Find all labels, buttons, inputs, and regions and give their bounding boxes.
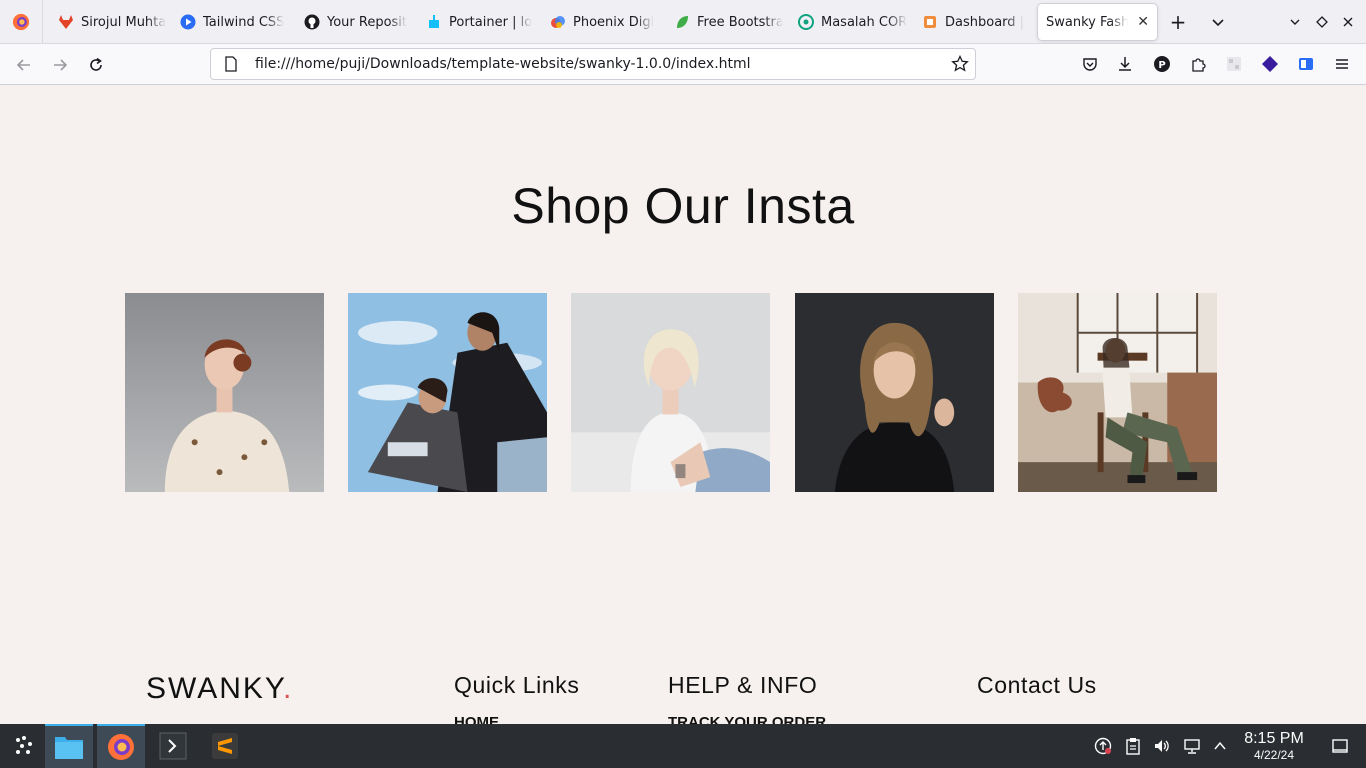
back-arrow-icon[interactable] [11, 52, 37, 78]
tab-dashboard[interactable]: Dashboard | [914, 4, 1032, 40]
firefox-icon [108, 734, 134, 760]
insta-photo-2[interactable] [348, 293, 547, 492]
tab-github[interactable]: Your Reposit [296, 4, 415, 40]
tab-label: Phoenix Digi [573, 14, 655, 30]
layers-extension-icon[interactable] [1259, 53, 1281, 75]
tab-phoenix[interactable]: Phoenix Digi [542, 4, 662, 40]
volume-icon[interactable] [1152, 736, 1172, 756]
firefox-view-button[interactable] [0, 0, 43, 44]
sublime-text-icon [212, 733, 238, 759]
clock-time: 8:15 PM [1244, 730, 1304, 747]
contact-us-heading: Contact Us [977, 672, 1097, 698]
grid-extension-icon[interactable] [1223, 53, 1245, 75]
terminal-icon [159, 732, 187, 760]
tab-swanky[interactable]: Swanky Fashio ✕ [1038, 4, 1157, 40]
list-tabs-chevron-icon[interactable] [1206, 10, 1230, 34]
chatgpt-icon [798, 14, 814, 30]
phoenix-icon [550, 14, 566, 30]
tab-tailwind[interactable]: Tailwind CSS [172, 4, 292, 40]
tab-portainer[interactable]: Portainer | lo [418, 4, 540, 40]
page-viewport: Shop Our Insta SWANKY. Quick Links HOME … [0, 85, 1366, 724]
logo-text: SWANKY [146, 672, 284, 705]
footer-logo[interactable]: SWANKY. [146, 672, 293, 706]
help-info-heading: HELP & INFO [668, 672, 818, 698]
new-tab-icon[interactable]: + [1166, 10, 1190, 34]
firefox-icon [12, 13, 30, 31]
quick-links-heading: Quick Links [454, 672, 580, 698]
taskbar-sublime-text[interactable] [201, 724, 249, 768]
profile-p-icon[interactable]: P [1151, 53, 1173, 75]
taskbar-file-manager[interactable] [45, 724, 93, 768]
insta-photo-5[interactable] [1018, 293, 1217, 492]
insta-photo-3[interactable] [571, 293, 770, 492]
network-wired-icon[interactable] [1182, 736, 1202, 756]
folder-icon [55, 737, 83, 759]
play-circle-icon [180, 14, 196, 30]
minimize-chevron-icon[interactable] [1283, 10, 1307, 34]
show-hidden-icons-chevron-icon[interactable] [1210, 736, 1230, 756]
portainer-icon [426, 14, 442, 30]
tab-label: Swanky Fashio [1046, 14, 1129, 30]
svg-text:P: P [1158, 60, 1165, 71]
url-text[interactable]: file:///home/puji/Downloads/template-web… [255, 56, 751, 72]
tab-label: Masalah COR [821, 14, 907, 30]
leaf-icon [674, 14, 690, 30]
clock-date: 4/22/24 [1253, 748, 1295, 762]
navigation-toolbar: file:///home/puji/Downloads/template-web… [0, 44, 1366, 85]
taskbar: 8:15 PM 4/22/24 [0, 724, 1366, 768]
tab-bootstrap[interactable]: Free Bootstra [666, 4, 791, 40]
tab-sirojul[interactable]: Sirojul Muhta [50, 4, 174, 40]
section-title: Shop Our Insta [511, 178, 855, 234]
pocket-icon[interactable] [1079, 53, 1101, 75]
close-window-icon[interactable] [1336, 10, 1360, 34]
insta-photo-4[interactable] [795, 293, 994, 492]
close-tab-icon[interactable]: ✕ [1137, 14, 1149, 30]
tab-label: Portainer | lo [449, 14, 533, 30]
reload-icon[interactable] [83, 52, 109, 78]
forward-arrow-icon[interactable] [47, 52, 73, 78]
digital-clock[interactable]: 8:15 PM 4/22/24 [1236, 730, 1312, 762]
insta-photo-1[interactable] [125, 293, 324, 492]
tab-strip: Sirojul Muhta Tailwind CSS Your Reposit … [0, 0, 1366, 44]
menu-hamburger-icon[interactable] [1331, 53, 1353, 75]
bookmark-star-icon[interactable] [951, 55, 969, 73]
tab-label: Sirojul Muhta [81, 14, 167, 30]
footer-link-track-order[interactable]: TRACK YOUR ORDER [668, 714, 826, 724]
app-launcher-icon[interactable] [0, 724, 48, 768]
github-icon [304, 14, 320, 30]
gitlab-icon [58, 14, 74, 30]
logo-dot: . [283, 672, 294, 705]
address-bar[interactable]: file:///home/puji/Downloads/template-web… [210, 48, 976, 80]
tab-label: Dashboard | [945, 14, 1025, 30]
dashboard-icon [922, 14, 938, 30]
taskbar-firefox[interactable] [97, 724, 145, 768]
page-icon [225, 56, 237, 72]
tab-label: Your Reposit [327, 14, 408, 30]
footer-link-home[interactable]: HOME [454, 714, 499, 724]
clipboard-icon[interactable] [1123, 736, 1143, 756]
tab-masalah[interactable]: Masalah COR [790, 4, 915, 40]
extensions-puzzle-icon[interactable] [1187, 53, 1209, 75]
maximize-diamond-icon[interactable] [1310, 10, 1334, 34]
update-notifier-icon[interactable] [1093, 736, 1113, 756]
sidebar-extension-icon[interactable] [1295, 53, 1317, 75]
taskbar-terminal[interactable] [149, 724, 197, 768]
tab-label: Tailwind CSS [203, 14, 285, 30]
show-desktop-icon[interactable] [1330, 736, 1350, 756]
downloads-icon[interactable] [1114, 53, 1136, 75]
tab-label: Free Bootstra [697, 14, 783, 30]
